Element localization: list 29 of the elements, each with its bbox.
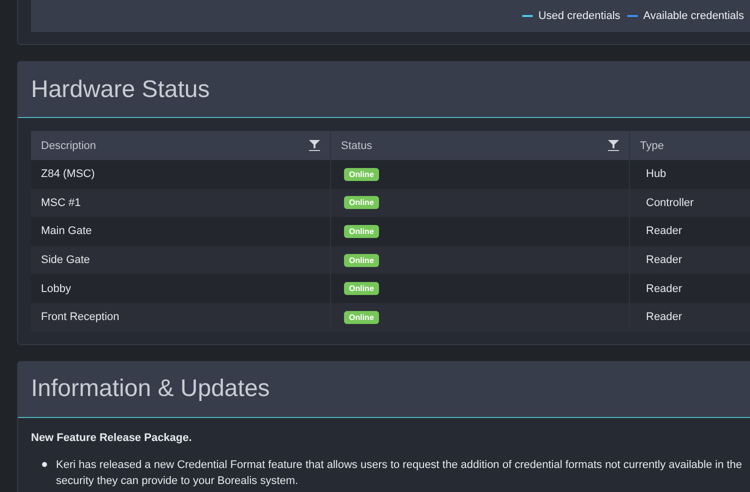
column-header[interactable]: Description [31, 131, 330, 160]
status-badge: Online [344, 168, 379, 181]
table-cell: MSC #1 [41, 196, 81, 209]
table-cell: Reader [646, 282, 682, 295]
table-cell: Reader [646, 254, 682, 266]
table-cell: Lobby [41, 282, 71, 295]
legend-label: Used credentials [538, 10, 620, 22]
status-badge: Online [344, 282, 379, 296]
paragraph-line: security they can provide to your Borealis system. [56, 474, 300, 489]
table-cell: Main Gate [41, 225, 92, 238]
table-cell: Reader [646, 311, 682, 324]
section-title: Hardware Status [31, 76, 210, 104]
section-title: Information & Updates [31, 375, 270, 404]
table-cell: Front Reception [41, 311, 120, 324]
status-badge: Online [344, 254, 379, 267]
table-cell: Side Gate [41, 254, 90, 266]
bullet-icon [42, 462, 47, 467]
status-badge: Online [344, 310, 379, 324]
table-cell: Z84 (MSC) [41, 168, 95, 180]
info-heading: New Feature Release Package. [31, 432, 193, 444]
legend-label: Available credentials [643, 10, 744, 22]
table-cell: Hub [646, 168, 666, 180]
table-cell: Reader [646, 225, 682, 238]
filter-icon[interactable] [608, 140, 619, 151]
status-badge: Online [344, 224, 379, 238]
filter-icon[interactable] [309, 140, 320, 151]
paragraph-line: Keri has released a new Credential Format feature that allows users to request the addition of credential formats not currently available in the [56, 458, 742, 473]
table-cell: Controller [646, 196, 694, 209]
status-badge: Online [344, 196, 379, 210]
